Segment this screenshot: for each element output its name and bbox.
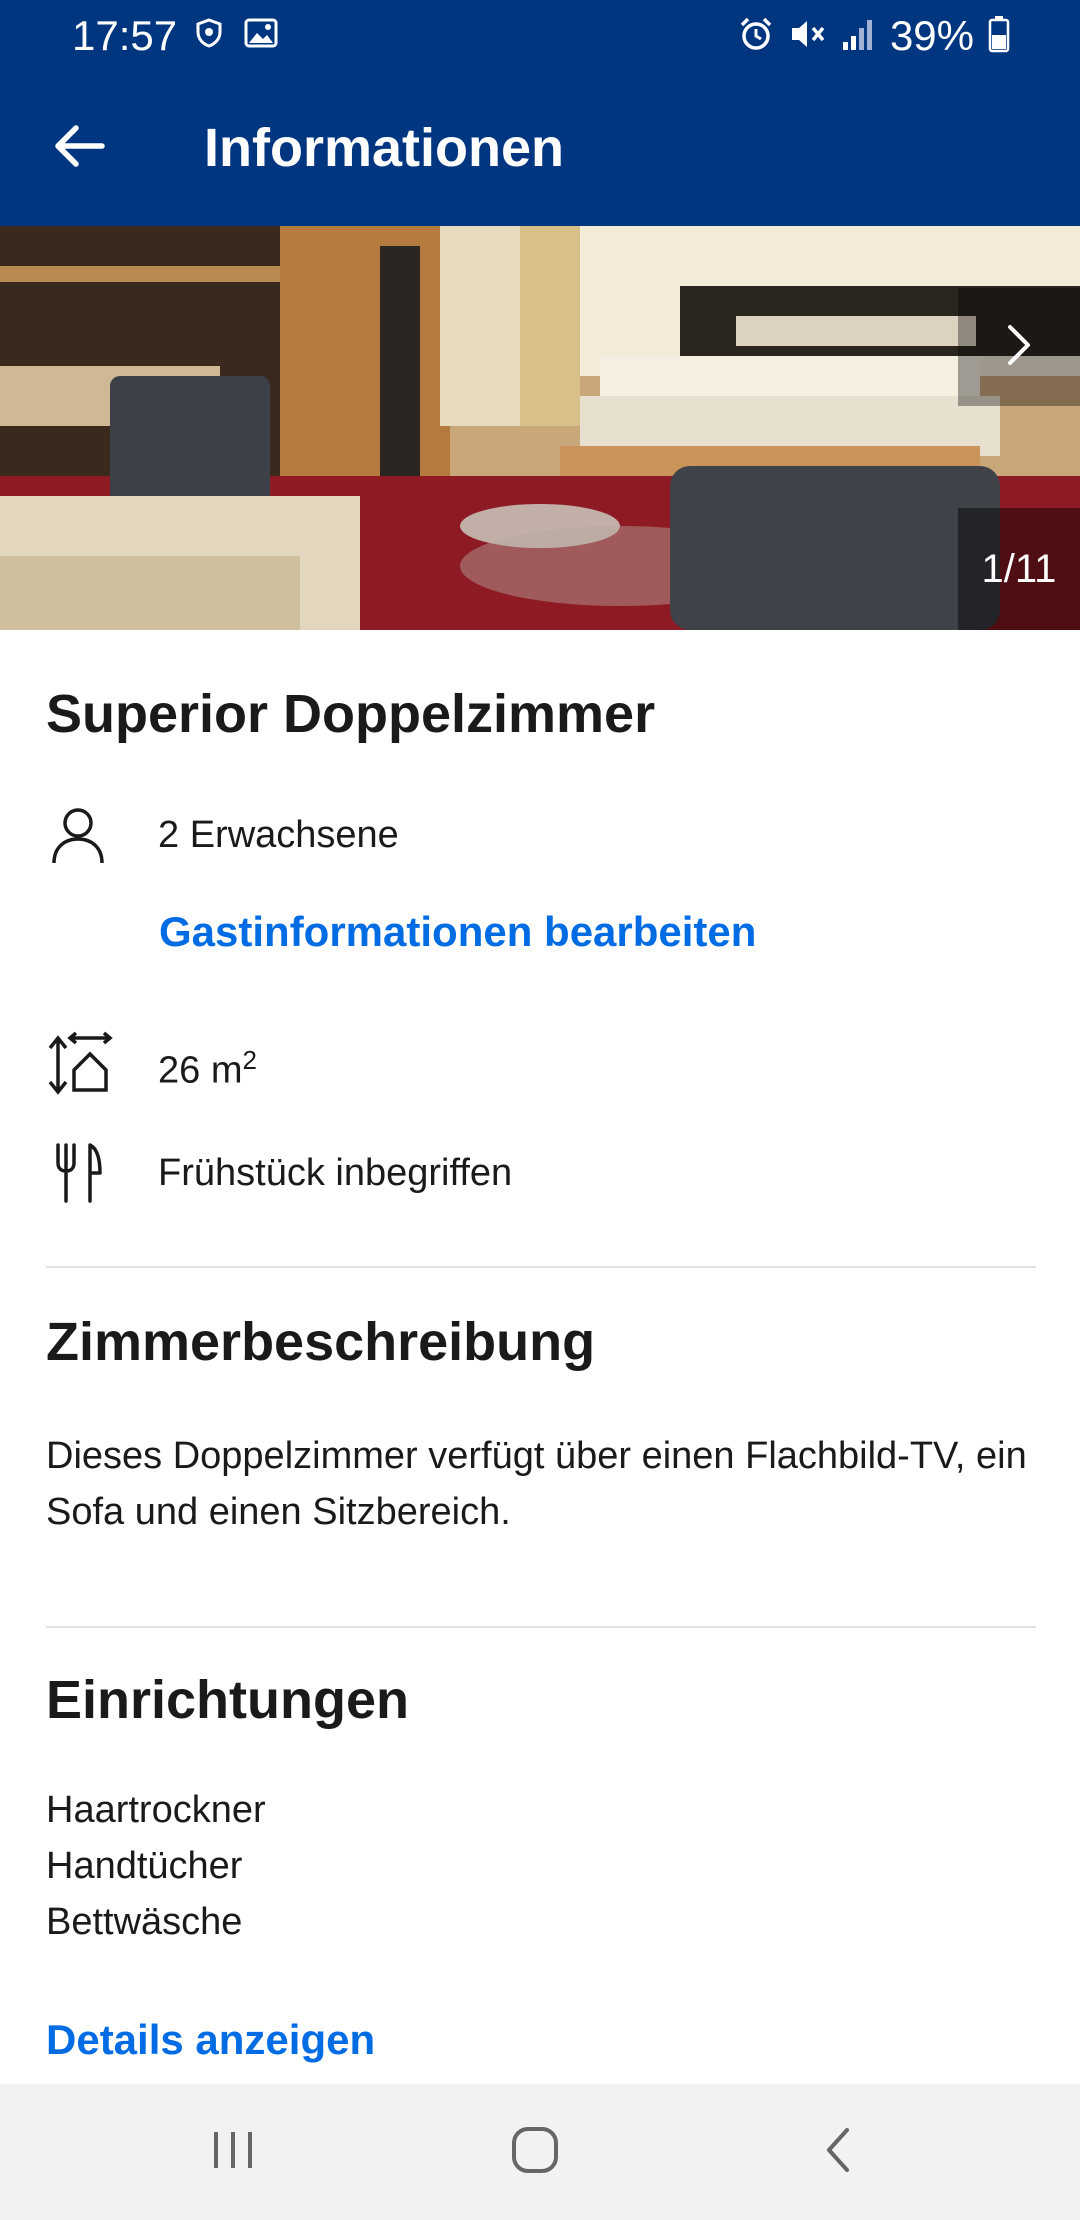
status-right: 39% [738, 10, 1010, 62]
divider [46, 1266, 1036, 1268]
battery-icon [988, 15, 1010, 58]
description-text: Dieses Doppelzimmer verfügt über einen F… [46, 1435, 1027, 1533]
room-size-icon [46, 1030, 134, 1100]
back-button[interactable] [44, 112, 116, 184]
person-icon [46, 800, 134, 870]
room-photo-image [0, 226, 1080, 630]
mute-icon [788, 16, 826, 57]
room-size-value: 26 m [158, 1049, 243, 1092]
facilities-heading: Einrichtungen [46, 1670, 409, 1730]
back-chevron-icon [823, 2126, 853, 2179]
status-left-icons [196, 18, 278, 53]
alarm-icon [738, 16, 774, 57]
meal-text: Frühstück inbegriffen [158, 1152, 513, 1194]
arrow-left-icon [54, 124, 106, 173]
details-link[interactable]: Details anzeigen [46, 2014, 375, 2066]
room-size-text: 26 m2 [158, 1036, 257, 1095]
battery-percent: 39% [889, 12, 974, 59]
facility-item: Handtücher [46, 1845, 243, 1887]
recent-apps-button[interactable] [183, 2114, 283, 2190]
page-title: Informationen [204, 118, 564, 178]
facility-item: Haartrockner [46, 1789, 266, 1831]
system-nav-bar [0, 2084, 1080, 2220]
guests-row: 2 Erwachsene [46, 800, 399, 870]
room-photo[interactable]: 1/11 [0, 226, 1080, 630]
edit-guest-info-link[interactable]: Gastinformationen bearbeiten [159, 906, 756, 958]
guests-text: 2 Erwachsene [158, 814, 399, 856]
room-title: Superior Doppelzimmer [46, 684, 656, 744]
back-nav-button[interactable] [788, 2114, 888, 2190]
facility-item: Bettwäsche [46, 1901, 243, 1943]
fork-knife-icon [46, 1138, 134, 1208]
signal-icon [840, 16, 876, 57]
status-time: 17:57 [72, 12, 178, 59]
room-size-row: 26 m2 [46, 1030, 257, 1100]
description-heading: Zimmerbeschreibung [46, 1312, 596, 1372]
facilities-list: Haartrockner Handtücher Bettwäsche [46, 1782, 266, 1950]
home-button[interactable] [485, 2114, 585, 2190]
room-size-exponent: 2 [242, 1044, 257, 1075]
home-icon [510, 2125, 560, 2180]
app-bar: Informationen [0, 72, 1080, 226]
recent-apps-icon [210, 2128, 256, 2177]
chevron-right-icon [1004, 323, 1034, 372]
photo-counter: 1/11 [958, 508, 1080, 630]
divider [46, 1626, 1036, 1628]
next-photo-button[interactable] [958, 288, 1080, 406]
image-icon [244, 18, 278, 53]
status-bar: 17:57 39% [0, 0, 1080, 72]
meal-row: Frühstück inbegriffen [46, 1138, 512, 1208]
shield-icon [196, 18, 222, 53]
